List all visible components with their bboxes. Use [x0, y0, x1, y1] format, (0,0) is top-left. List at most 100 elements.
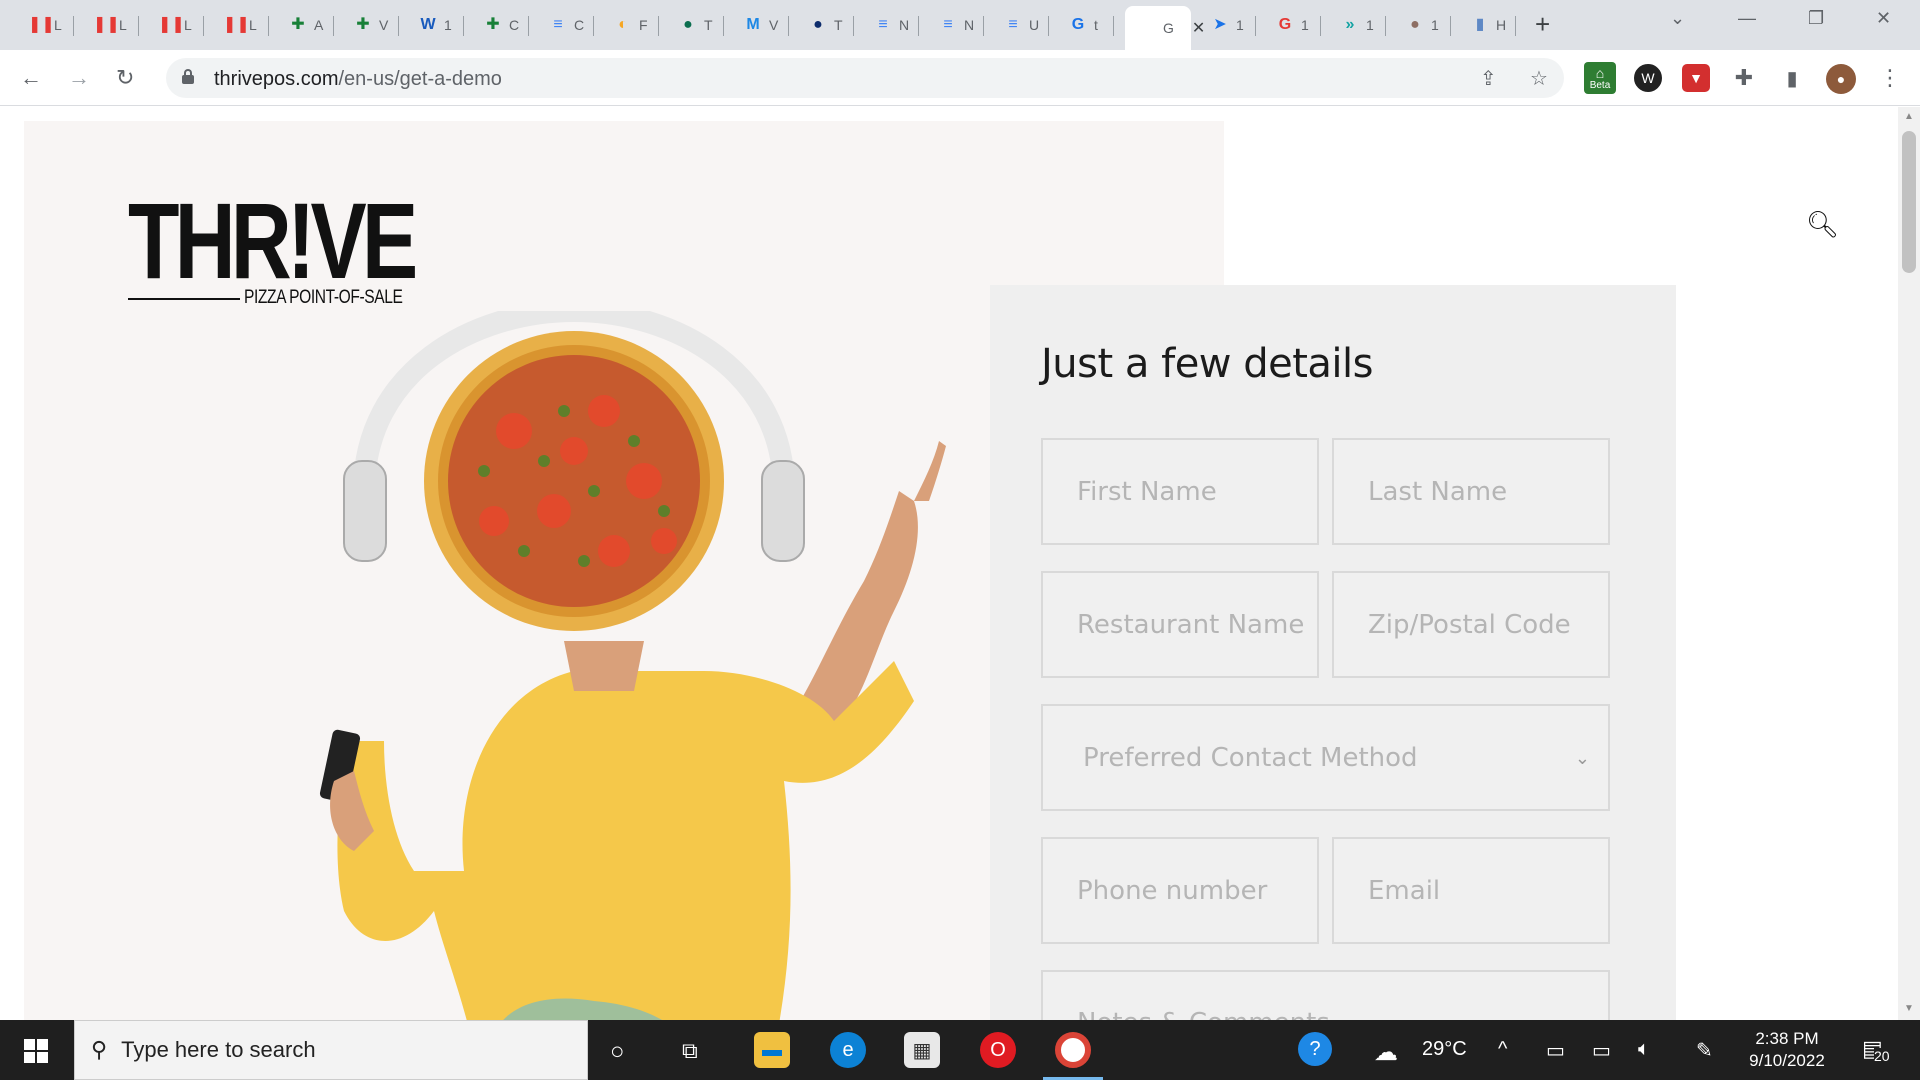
tab-title: L [184, 17, 192, 33]
wordpress-extension-icon[interactable]: W [1634, 64, 1662, 92]
browser-tab[interactable]: ❚❚ L [215, 6, 269, 44]
first-name-field[interactable]: First Name [1041, 438, 1319, 545]
tab-title: H [1496, 17, 1507, 33]
browser-tab[interactable]: ✚ A [280, 6, 334, 44]
browser-tab[interactable]: G ✕ [1125, 6, 1205, 50]
browser-tab[interactable]: ≡ U [995, 6, 1049, 44]
tab-separator [723, 16, 724, 36]
tab-title: C [574, 17, 585, 33]
tab-separator [1515, 16, 1516, 36]
tab-title: L [249, 17, 257, 33]
profile-avatar[interactable]: ● [1826, 64, 1856, 94]
browser-tab[interactable]: ➤ 1 [1202, 6, 1256, 44]
new-tab-button[interactable]: + [1535, 10, 1550, 38]
scroll-up-icon[interactable]: ▲ [1904, 111, 1914, 122]
thrive-logo[interactable]: THR!VE PIZZA POINT-OF-SALE [128, 180, 494, 308]
tab-separator [1385, 16, 1386, 36]
lock-icon[interactable] [182, 69, 194, 84]
scroll-down-icon[interactable]: ▼ [1904, 1003, 1914, 1014]
edge-icon[interactable]: e [830, 1032, 866, 1068]
browser-tab[interactable]: ● 1 [1397, 6, 1451, 44]
browser-tab[interactable]: ❚❚ L [20, 6, 74, 44]
browser-tab[interactable]: ❚❚ L [85, 6, 139, 44]
browser-tab[interactable]: W1 [410, 6, 464, 44]
windows-start-icon[interactable] [24, 1039, 48, 1063]
browser-tab[interactable]: » 1 [1332, 6, 1386, 44]
file-explorer-icon[interactable]: ▬ [754, 1032, 790, 1068]
url-text[interactable]: thrivepos.com/en-us/get-a-demo [214, 68, 502, 91]
tab-title: N [899, 17, 910, 33]
chrome-icon[interactable] [1055, 1032, 1091, 1068]
tab-search-icon[interactable]: ⌄ [1670, 8, 1685, 29]
battery-icon[interactable]: ▭ [1592, 1038, 1611, 1063]
restaurant-name-field[interactable]: Restaurant Name [1041, 571, 1319, 678]
tab-favicon-icon: W [420, 16, 436, 33]
browser-tab[interactable]: ≡ N [865, 6, 919, 44]
share-icon[interactable]: ⇪ [1480, 66, 1497, 91]
opera-icon[interactable]: O [980, 1032, 1016, 1068]
shield-extension-icon[interactable]: ▼ [1682, 64, 1710, 92]
browser-tab[interactable]: MV [735, 6, 789, 44]
notification-center[interactable]: ▤ 20 [1858, 1034, 1894, 1066]
contact-method-select[interactable]: Preferred Contact Method ⌄ [1041, 704, 1610, 811]
close-window-icon[interactable]: ✕ [1876, 8, 1891, 29]
beta-extension-icon[interactable]: ⌂ Beta [1584, 62, 1616, 94]
clock-date: 9/10/2022 [1749, 1051, 1825, 1070]
reload-icon[interactable]: ↻ [116, 64, 134, 92]
browser-tab[interactable]: ≡ N [930, 6, 984, 44]
last-name-field[interactable]: Last Name [1332, 438, 1610, 545]
address-bar[interactable]: thrivepos.com/en-us/get-a-demo ⇪ ☆ [166, 58, 1564, 98]
browser-tab[interactable]: ◐ F [605, 6, 659, 44]
email-field[interactable]: Email [1332, 837, 1610, 944]
volume-icon[interactable]: 🔈︎ [1638, 1038, 1650, 1061]
microsoft-store-icon[interactable]: ▦ [904, 1032, 940, 1068]
search-icon[interactable]: 🔍︎ [1806, 209, 1839, 240]
brand-wordmark: THR!VE [128, 180, 418, 301]
meet-now-icon[interactable]: ▭ [1546, 1038, 1565, 1063]
pen-workspace-icon[interactable]: ✎ [1696, 1038, 1713, 1063]
tab-title: T [834, 17, 843, 33]
bookmark-star-icon[interactable]: ☆ [1530, 66, 1548, 91]
help-icon[interactable]: ? [1298, 1032, 1332, 1066]
browser-tab[interactable]: ● T [670, 6, 724, 44]
browser-tab[interactable]: ▮ H [1462, 6, 1516, 44]
tab-favicon-icon: G [1278, 16, 1292, 33]
notes-field[interactable]: Notes & Comments [1041, 970, 1610, 1020]
system-clock[interactable]: 2:38 PM 9/10/2022 [1742, 1028, 1832, 1072]
tab-favicon-icon: » [1345, 16, 1355, 33]
browser-tab[interactable]: ✚ C [475, 6, 529, 44]
browser-tab-strip: ❚❚ L ❚❚ L ❚❚ L ❚❚ L ✚ A ✚ V W 1 ✚ C ≡ C ◐ F ● T M V ● T ≡ N ≡ N ≡ U Gt G ✕… [0, 0, 1920, 50]
back-icon[interactable]: ← [20, 64, 42, 92]
page-scrollbar[interactable]: ▲ ▼ [1898, 107, 1920, 1020]
browser-tab[interactable]: G1 [1267, 6, 1321, 44]
extensions-puzzle-icon[interactable]: ✚ [1730, 64, 1758, 92]
zip-code-field[interactable]: Zip/Postal Code [1332, 571, 1610, 678]
taskbar-search-placeholder: Type here to search [121, 1037, 316, 1062]
scroll-thumb[interactable] [1902, 131, 1916, 273]
restore-icon[interactable]: ❐ [1808, 8, 1824, 29]
tab-separator [658, 16, 659, 36]
minimize-icon[interactable]: — [1738, 8, 1756, 29]
tab-title: N [964, 17, 975, 33]
browser-tab[interactable]: Gt [1060, 6, 1114, 44]
show-hidden-icons[interactable]: ^ [1498, 1038, 1507, 1061]
browser-tab[interactable]: ✚ V [345, 6, 399, 44]
contact-method-placeholder: Preferred Contact Method [1083, 742, 1418, 773]
taskbar-search-box[interactable]: ⚲ Type here to search [74, 1020, 588, 1080]
forward-icon[interactable]: → [68, 64, 90, 92]
tab-title: 1 [1301, 17, 1309, 33]
browser-tab[interactable]: ≡ C [540, 6, 594, 44]
menu-icon[interactable]: ⋮ [1876, 64, 1904, 92]
tab-separator [528, 16, 529, 36]
tab-separator [1255, 16, 1256, 36]
browser-tab[interactable]: ❚❚ L [150, 6, 204, 44]
cortana-icon[interactable]: ○ [610, 1038, 625, 1066]
task-view-icon[interactable]: ⧉ [682, 1038, 698, 1064]
tab-favicon-icon: ✚ [356, 16, 370, 33]
browser-tab[interactable]: ● T [800, 6, 854, 44]
temperature-text[interactable]: 29°C [1422, 1038, 1467, 1061]
weather-cloud-icon[interactable]: ☁ [1374, 1038, 1398, 1067]
tab-favicon-icon: ❚❚ [28, 16, 55, 33]
side-panel-icon[interactable]: ▮ [1778, 64, 1806, 92]
phone-number-field[interactable]: Phone number [1041, 837, 1319, 944]
